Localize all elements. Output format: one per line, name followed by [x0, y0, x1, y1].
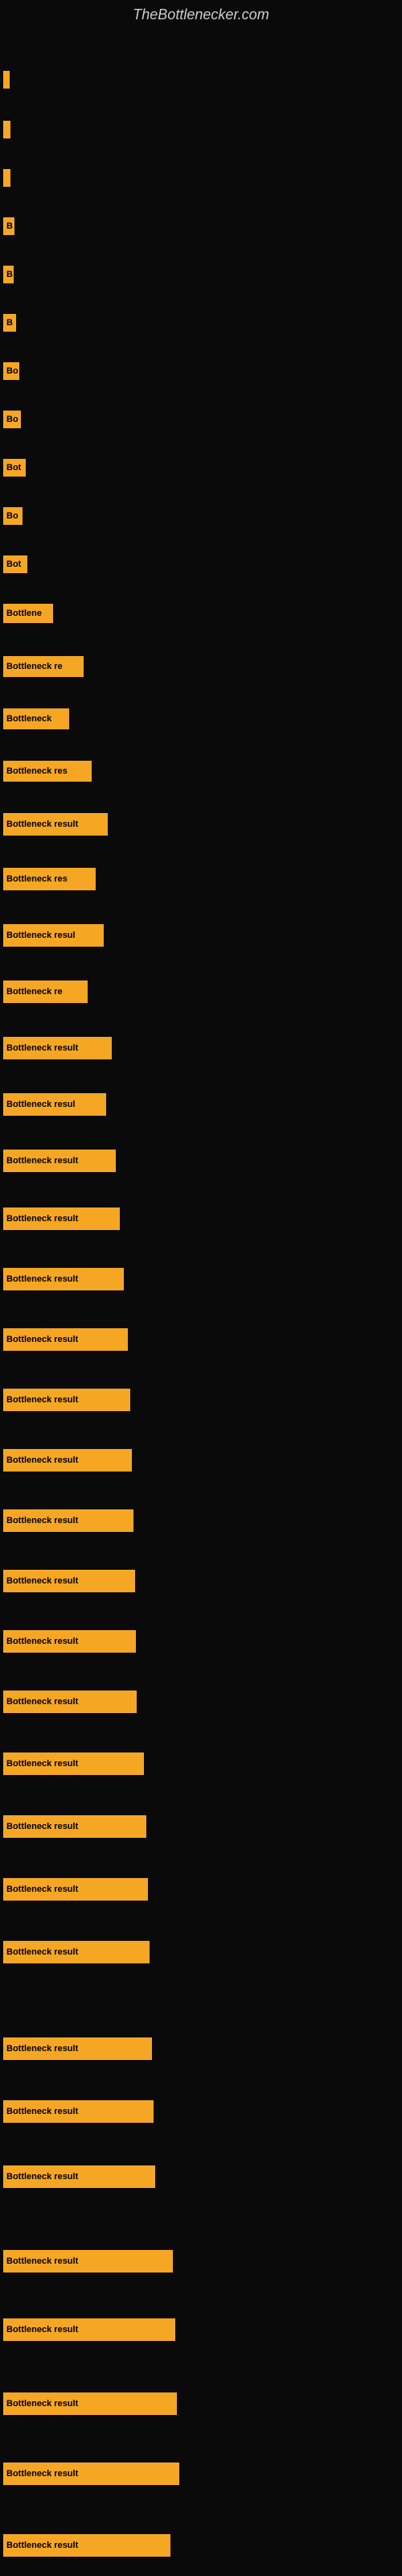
bar-item: Bottleneck result [3, 2100, 154, 2123]
bar-label: Bottleneck result [3, 1037, 112, 1059]
bar-label: Bot [3, 459, 26, 477]
bar-item [3, 121, 10, 138]
chart-area: TheBottlenecker.com B B B Bo Bo Bot Bo Bot Bottl… [0, 0, 402, 2576]
bar-item: Bottleneck result [3, 1815, 146, 1838]
bar-item: Bottleneck res [3, 868, 96, 890]
bar-item: Bottleneck re [3, 656, 84, 677]
bar-label [3, 169, 10, 187]
bar-label: Bottleneck result [3, 1328, 128, 1351]
bar-label: Bottleneck res [3, 868, 96, 890]
bar-label: Bottleneck res [3, 761, 92, 782]
bar-label: Bottleneck result [3, 1449, 132, 1472]
bar-item: Bottleneck result [3, 1328, 128, 1351]
bar-label: Bottleneck result [3, 1268, 124, 1290]
bar-item: Bottleneck result [3, 2250, 173, 2273]
bar-item: Bo [3, 411, 21, 428]
bar-label: Bo [3, 411, 21, 428]
bar-label: Bottleneck result [3, 2534, 170, 2557]
bar-item: Bottleneck result [3, 1037, 112, 1059]
bar-item: B [3, 217, 14, 235]
bar-label: Bottleneck result [3, 1878, 148, 1901]
bar-item: Bottleneck resul [3, 1093, 106, 1116]
bar-label: Bottleneck result [3, 1570, 135, 1592]
bar-label: Bottleneck result [3, 1389, 130, 1411]
bar-item: Bottleneck resul [3, 924, 104, 947]
bar-item: Bottleneck res [3, 761, 92, 782]
bar-item: Bottleneck result [3, 1570, 135, 1592]
bar-item: Bottleneck result [3, 2534, 170, 2557]
bar-label: Bottleneck result [3, 1208, 120, 1230]
bar-label: Bottleneck [3, 708, 69, 729]
bar-item: B [3, 266, 14, 283]
bar-label: Bottleneck result [3, 1752, 144, 1775]
bar-label: Bottleneck result [3, 1815, 146, 1838]
bar-item: Bottleneck result [3, 1878, 148, 1901]
bar-item: Bot [3, 459, 26, 477]
bar-label: Bottleneck re [3, 980, 88, 1003]
bar-label [3, 71, 10, 89]
bar-item: Bottleneck result [3, 1268, 124, 1290]
bar-label [3, 121, 10, 138]
bar-label: Bottleneck re [3, 656, 84, 677]
bar-label: Bottleneck resul [3, 924, 104, 947]
bar-label: Bot [3, 555, 27, 573]
bar-label: Bottleneck result [3, 2037, 152, 2060]
bar-label: Bottleneck result [3, 2318, 175, 2341]
bar-item: Bottleneck result [3, 2392, 177, 2415]
bar-item: Bottleneck result [3, 1509, 133, 1532]
bar-label: Bottleneck result [3, 813, 108, 836]
bar-label: B [3, 314, 16, 332]
bar-item: Bottleneck result [3, 1150, 116, 1172]
bar-label: Bottleneck result [3, 1509, 133, 1532]
bar-label: Bottleneck result [3, 2392, 177, 2415]
bar-item: Bottleneck result [3, 1449, 132, 1472]
bar-item: Bottlene [3, 604, 53, 623]
bar-item: Bottleneck result [3, 1690, 137, 1713]
bar-item: B [3, 314, 16, 332]
bar-item [3, 169, 10, 187]
bar-item: Bo [3, 507, 23, 525]
bar-label: Bottleneck result [3, 1941, 150, 1963]
bar-item: Bottleneck result [3, 1630, 136, 1653]
site-title: TheBottlenecker.com [0, 0, 402, 27]
bar-item [3, 71, 10, 89]
bar-item: Bottleneck result [3, 1752, 144, 1775]
bar-label: Bottleneck result [3, 2100, 154, 2123]
bar-item: Bottleneck result [3, 2318, 175, 2341]
bar-label: Bo [3, 362, 19, 380]
bar-label: Bottleneck result [3, 1630, 136, 1653]
bar-item: Bo [3, 362, 19, 380]
bar-label: Bottleneck result [3, 1690, 137, 1713]
bar-label: B [3, 266, 14, 283]
bar-item: Bottleneck result [3, 2165, 155, 2188]
bar-item: Bottleneck result [3, 1389, 130, 1411]
bar-label: Bo [3, 507, 23, 525]
bar-item: Bot [3, 555, 27, 573]
bar-item: Bottleneck [3, 708, 69, 729]
bar-item: Bottleneck result [3, 813, 108, 836]
bar-item: Bottleneck result [3, 2037, 152, 2060]
bar-label: B [3, 217, 14, 235]
bar-item: Bottleneck result [3, 1208, 120, 1230]
bar-label: Bottleneck result [3, 2462, 179, 2485]
bar-item: Bottleneck result [3, 1941, 150, 1963]
bar-label: Bottleneck result [3, 2165, 155, 2188]
bar-label: Bottlene [3, 604, 53, 623]
bar-label: Bottleneck result [3, 2250, 173, 2273]
bar-label: Bottleneck resul [3, 1093, 106, 1116]
bar-label: Bottleneck result [3, 1150, 116, 1172]
bar-item: Bottleneck re [3, 980, 88, 1003]
bar-item: Bottleneck result [3, 2462, 179, 2485]
